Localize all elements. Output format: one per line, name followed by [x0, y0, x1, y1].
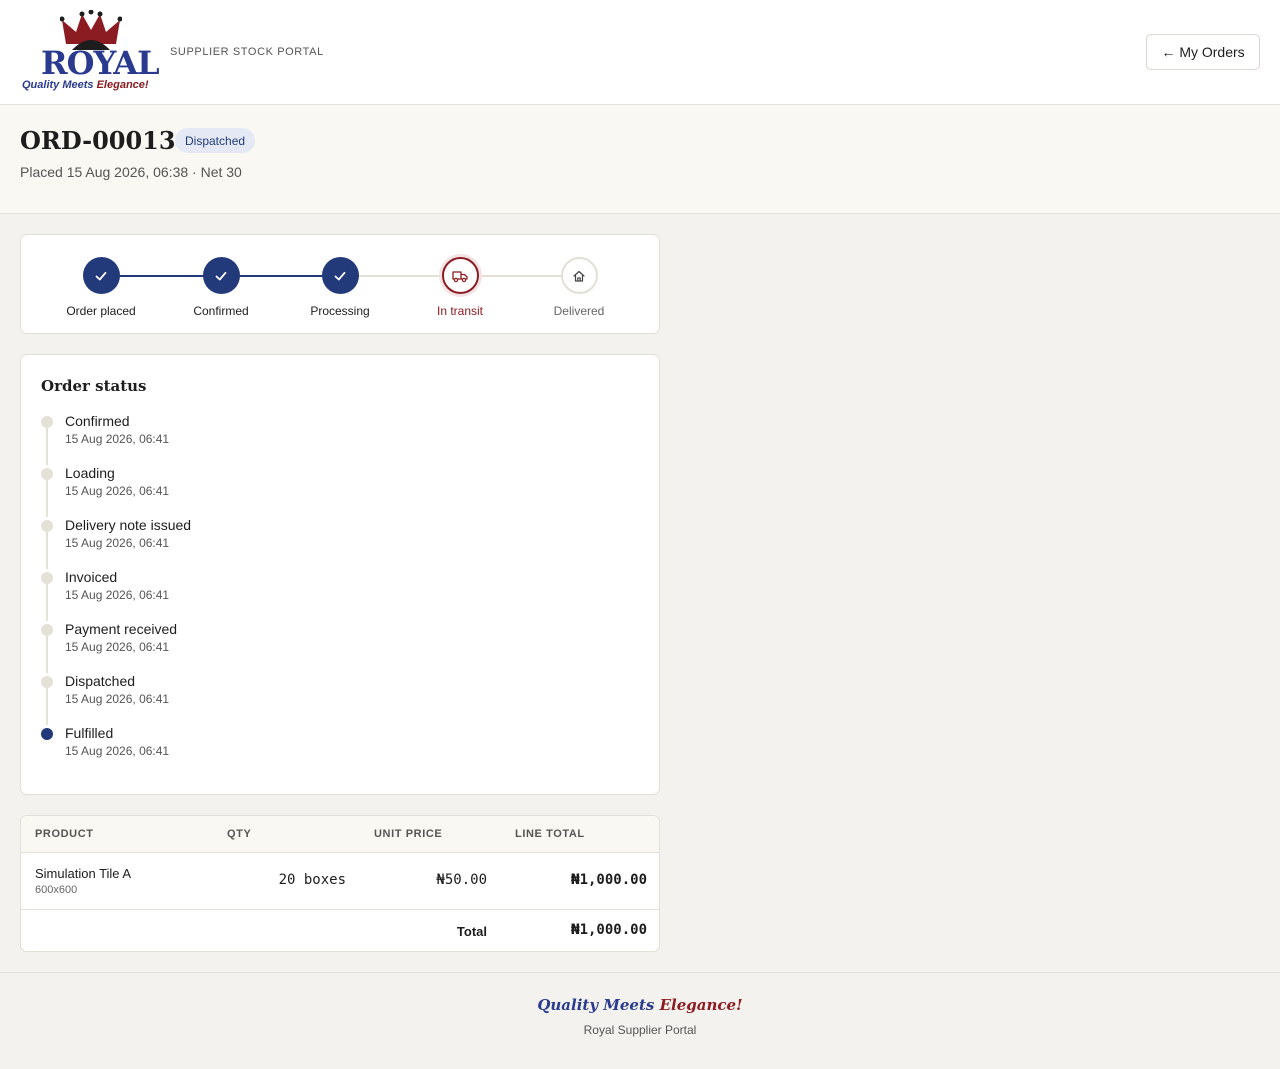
- timeline-bullet: [41, 676, 53, 688]
- timeline-time: 15 Aug 2026, 06:41: [65, 744, 170, 758]
- timeline-time: 15 Aug 2026, 06:41: [65, 536, 170, 550]
- top-bar: ROYAL Quality Meets Elegance! SUPPLIER S…: [0, 0, 1280, 105]
- col-unit-price: UNIT PRICE: [374, 828, 443, 840]
- step-delivered: Delivered: [519, 257, 639, 318]
- timeline-time: 15 Aug 2026, 06:41: [65, 692, 170, 706]
- timeline-event: Loading: [65, 465, 115, 481]
- timeline-event: Delivery note issued: [65, 517, 192, 533]
- timeline-time: 15 Aug 2026, 06:41: [65, 588, 170, 602]
- item-qty: 20 boxes: [278, 872, 346, 888]
- status-timeline: Confirmed 15 Aug 2026, 06:41 Loading 15 …: [41, 413, 191, 777]
- check-icon: [215, 271, 227, 280]
- check-icon: [95, 271, 107, 280]
- timeline-bullet-current: [41, 728, 53, 740]
- timeline-time: 15 Aug 2026, 06:41: [65, 640, 170, 654]
- timeline-event: Dispatched: [65, 673, 136, 689]
- step-confirmed: Confirmed: [161, 257, 281, 318]
- table-row: Simulation Tile A 600x600 20 boxes ₦50.0…: [21, 853, 659, 910]
- col-qty: QTY: [227, 828, 252, 840]
- step-label: Processing: [310, 304, 370, 318]
- timeline-item: Dispatched 15 Aug 2026, 06:41: [41, 673, 191, 725]
- status-badge: Dispatched: [175, 128, 256, 153]
- my-orders-button[interactable]: ← My Orders: [1146, 34, 1260, 70]
- order-status-title: Order status: [41, 377, 147, 395]
- house-icon: [573, 270, 585, 282]
- timeline-bullet: [41, 624, 53, 636]
- footer-name: Royal Supplier Portal: [583, 1023, 697, 1037]
- portal-name: SUPPLIER STOCK PORTAL: [170, 46, 324, 58]
- timeline-event: Confirmed: [65, 413, 130, 429]
- step-label: In transit: [436, 304, 484, 318]
- order-items-table: PRODUCT QTY UNIT PRICE LINE TOTAL Simula…: [20, 815, 660, 952]
- timeline-item: Invoiced 15 Aug 2026, 06:41: [41, 569, 191, 621]
- timeline-time: 15 Aug 2026, 06:41: [65, 484, 170, 498]
- item-line-total: ₦1,000.00: [571, 872, 647, 888]
- timeline-item: Loading 15 Aug 2026, 06:41: [41, 465, 191, 517]
- timeline-item: Delivery note issued 15 Aug 2026, 06:41: [41, 517, 191, 569]
- product-name: Simulation Tile A: [35, 866, 132, 881]
- order-header: ORD-00013 Dispatched Placed 15 Aug 2026,…: [0, 105, 1280, 214]
- timeline-time: 15 Aug 2026, 06:41: [65, 432, 170, 446]
- timeline-item: Confirmed 15 Aug 2026, 06:41: [41, 413, 191, 465]
- step-label: Confirmed: [193, 304, 249, 318]
- step-processing: Processing: [280, 257, 400, 318]
- col-line-total: LINE TOTAL: [515, 828, 585, 840]
- royal-logo[interactable]: ROYAL Quality Meets Elegance!: [22, 10, 162, 94]
- order-placed-info: Placed 15 Aug 2026, 06:38 · Net 30: [20, 164, 242, 180]
- timeline-event: Invoiced: [65, 569, 118, 585]
- timeline-item: Payment received 15 Aug 2026, 06:41: [41, 621, 191, 673]
- order-total: ₦1,000.00: [571, 922, 647, 938]
- table-header: PRODUCT QTY UNIT PRICE LINE TOTAL: [21, 816, 659, 853]
- arrow-left-icon: ←: [1161, 44, 1176, 60]
- timeline-event: Fulfilled: [65, 725, 114, 741]
- item-unit-price: ₦50.00: [436, 872, 487, 888]
- col-product: PRODUCT: [35, 828, 94, 840]
- timeline-bullet: [41, 572, 53, 584]
- footer: Quality Meets Elegance! Royal Supplier P…: [0, 972, 1280, 1069]
- timeline-bullet: [41, 416, 53, 428]
- step-label: Delivered: [553, 304, 605, 318]
- footer-slogan: Quality Meets Elegance!: [537, 996, 743, 1014]
- brand-name: ROYAL: [41, 44, 160, 82]
- timeline-bullet: [41, 520, 53, 532]
- step-order-placed: Order placed: [41, 257, 161, 318]
- progress-tracker: Order placed Confirmed Processing In tra…: [20, 234, 660, 334]
- step-in-transit: In transit: [400, 257, 520, 318]
- timeline-bullet: [41, 468, 53, 480]
- order-id: ORD-00013: [20, 126, 176, 155]
- product-size: 600x600: [35, 884, 78, 896]
- truck-icon: [452, 270, 468, 282]
- timeline-event: Payment received: [65, 621, 178, 637]
- timeline-item: Fulfilled 15 Aug 2026, 06:41: [41, 725, 191, 777]
- check-icon: [334, 271, 346, 280]
- brand-tagline: Quality Meets Elegance!: [22, 79, 149, 91]
- order-status-card: Order status Confirmed 15 Aug 2026, 06:4…: [20, 354, 660, 795]
- step-label: Order placed: [66, 304, 136, 318]
- total-label: Total: [456, 924, 487, 939]
- my-orders-label: My Orders: [1179, 44, 1245, 60]
